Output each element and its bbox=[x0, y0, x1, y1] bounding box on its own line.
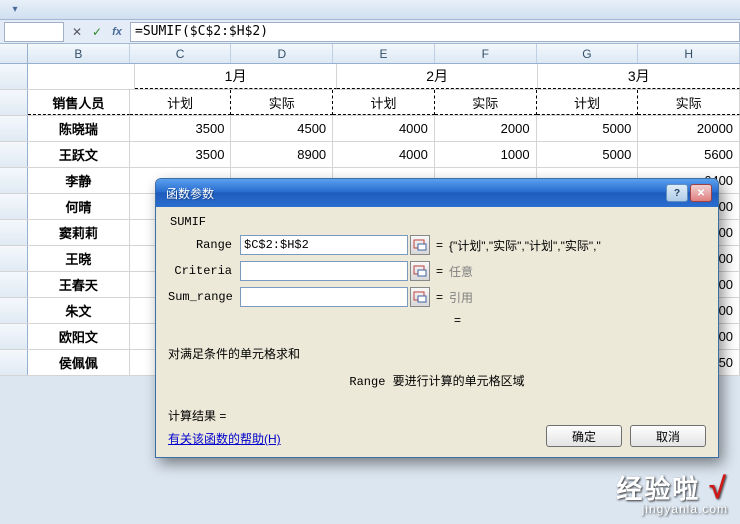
month-header: 1月 bbox=[135, 64, 337, 89]
ok-button[interactable]: 确定 bbox=[546, 425, 622, 447]
sales-person-header: 销售人员 bbox=[28, 90, 130, 115]
range-input[interactable] bbox=[240, 235, 408, 255]
function-description: 对满足条件的单元格求和 bbox=[168, 345, 706, 362]
month-header: 2月 bbox=[337, 64, 539, 89]
sub-header-actual: 实际 bbox=[638, 90, 740, 115]
data-cell[interactable]: 4000 bbox=[333, 116, 435, 141]
name-cell[interactable]: 王跃文 bbox=[28, 142, 130, 167]
data-cell[interactable]: 1000 bbox=[435, 142, 537, 167]
param-label-criteria: Criteria bbox=[168, 264, 240, 278]
sub-header-actual: 实际 bbox=[435, 90, 537, 115]
row-header[interactable] bbox=[0, 142, 28, 167]
sub-header-plan: 计划 bbox=[333, 90, 435, 115]
range-result: {"计划","实际","计划","实际"," bbox=[449, 237, 601, 254]
calculation-result: 计算结果 = bbox=[168, 407, 706, 424]
name-cell[interactable]: 何晴 bbox=[28, 194, 130, 219]
col-header[interactable]: G bbox=[537, 44, 639, 63]
data-cell[interactable]: 20000 bbox=[638, 116, 740, 141]
data-cell[interactable]: 4000 bbox=[333, 142, 435, 167]
name-cell[interactable]: 李静 bbox=[28, 168, 130, 193]
criteria-result: 任意 bbox=[449, 263, 473, 280]
data-cell[interactable]: 5600 bbox=[638, 142, 740, 167]
table-row: 1月 2月 3月 bbox=[0, 64, 740, 90]
sub-header-plan: 计划 bbox=[537, 90, 639, 115]
row-header[interactable] bbox=[0, 220, 28, 245]
function-help-link[interactable]: 有关该函数的帮助(H) bbox=[168, 430, 281, 447]
col-header[interactable]: B bbox=[28, 44, 130, 63]
cancel-formula-btn[interactable]: ✕ bbox=[68, 23, 86, 41]
sales-person-header bbox=[28, 64, 135, 89]
name-cell[interactable]: 陈晓瑞 bbox=[28, 116, 130, 141]
row-header[interactable] bbox=[0, 324, 28, 349]
accept-formula-btn[interactable]: ✓ bbox=[88, 23, 106, 41]
data-cell[interactable]: 3500 bbox=[130, 116, 232, 141]
param-label-range: Range bbox=[168, 238, 240, 252]
name-cell[interactable]: 侯佩佩 bbox=[28, 350, 130, 375]
row-header[interactable] bbox=[0, 350, 28, 375]
row-header[interactable] bbox=[0, 194, 28, 219]
dialog-titlebar[interactable]: 函数参数 ? ✕ bbox=[156, 179, 718, 207]
data-cell[interactable]: 3500 bbox=[130, 142, 232, 167]
row-header[interactable] bbox=[0, 246, 28, 271]
table-row: 王跃文350089004000100050005600 bbox=[0, 142, 740, 168]
equals-sign: = bbox=[436, 238, 443, 252]
data-cell[interactable]: 4500 bbox=[231, 116, 333, 141]
data-cell[interactable]: 2000 bbox=[435, 116, 537, 141]
watermark: 经验啦 √ jingyanla.com bbox=[616, 469, 728, 516]
data-cell[interactable]: 5000 bbox=[537, 116, 639, 141]
col-header[interactable]: F bbox=[435, 44, 537, 63]
col-header[interactable]: C bbox=[130, 44, 232, 63]
fx-button[interactable]: fx bbox=[108, 23, 126, 41]
sub-header-plan: 计划 bbox=[130, 90, 232, 115]
cancel-button[interactable]: 取消 bbox=[630, 425, 706, 447]
sumrange-result: 引用 bbox=[449, 289, 473, 306]
equals-sign: = bbox=[436, 290, 443, 304]
function-arguments-dialog: 函数参数 ? ✕ SUMIF Range = {"计划","实际","计划","… bbox=[155, 178, 719, 458]
column-headers: B C D E F G H bbox=[0, 44, 740, 64]
col-header[interactable]: D bbox=[231, 44, 333, 63]
select-all-corner[interactable] bbox=[0, 44, 28, 63]
help-button[interactable]: ? bbox=[666, 184, 688, 202]
name-box[interactable] bbox=[4, 22, 64, 42]
name-cell[interactable]: 王春天 bbox=[28, 272, 130, 297]
name-cell[interactable]: 欧阳文 bbox=[28, 324, 130, 349]
dialog-title: 函数参数 bbox=[162, 185, 664, 202]
watermark-text: 经验啦 bbox=[616, 474, 700, 504]
col-header[interactable]: H bbox=[638, 44, 740, 63]
row-header[interactable] bbox=[0, 64, 28, 89]
table-row: 销售人员 计划 实际 计划 实际 计划 实际 bbox=[0, 90, 740, 116]
check-icon: √ bbox=[710, 472, 728, 505]
sumrange-ref-button[interactable] bbox=[410, 287, 430, 307]
formula-input[interactable] bbox=[130, 22, 740, 42]
table-row: 陈晓瑞3500450040002000500020000 bbox=[0, 116, 740, 142]
name-cell[interactable]: 朱文 bbox=[28, 298, 130, 323]
sub-header-actual: 实际 bbox=[231, 90, 333, 115]
row-header[interactable] bbox=[0, 168, 28, 193]
equals-sign: = bbox=[454, 313, 700, 327]
criteria-input[interactable] bbox=[240, 261, 408, 281]
row-header[interactable] bbox=[0, 116, 28, 141]
close-button[interactable]: ✕ bbox=[690, 184, 712, 202]
equals-sign: = bbox=[436, 264, 443, 278]
data-cell[interactable]: 5000 bbox=[537, 142, 639, 167]
formula-bar: ✕ ✓ fx bbox=[0, 20, 740, 44]
name-cell[interactable]: 王晓 bbox=[28, 246, 130, 271]
param-label-sumrange: Sum_range bbox=[168, 290, 240, 304]
range-ref-button[interactable] bbox=[410, 235, 430, 255]
dropdown-icon[interactable]: ▾ bbox=[8, 3, 22, 17]
quick-access-toolbar: ▾ bbox=[0, 0, 740, 20]
row-header[interactable] bbox=[0, 298, 28, 323]
data-cell[interactable]: 8900 bbox=[231, 142, 333, 167]
row-header[interactable] bbox=[0, 272, 28, 297]
row-header[interactable] bbox=[0, 90, 28, 115]
col-header[interactable]: E bbox=[333, 44, 435, 63]
name-cell[interactable]: 窦莉莉 bbox=[28, 220, 130, 245]
month-header: 3月 bbox=[538, 64, 740, 89]
criteria-ref-button[interactable] bbox=[410, 261, 430, 281]
param-description: Range 要进行计算的单元格区域 bbox=[168, 372, 706, 389]
sumrange-input[interactable] bbox=[240, 287, 408, 307]
function-name: SUMIF bbox=[170, 215, 706, 229]
